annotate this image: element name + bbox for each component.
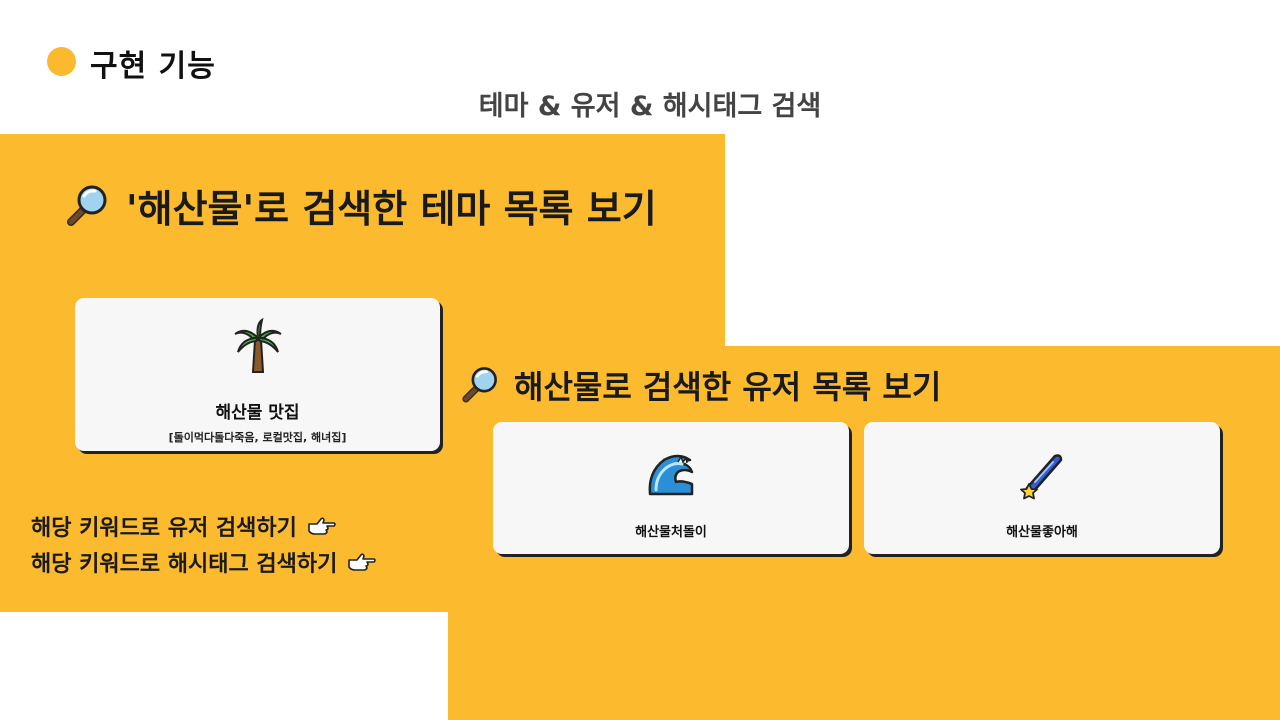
user-section-heading-text: 해산물로 검색한 유저 목록 보기 bbox=[514, 368, 942, 406]
search-users-link-label: 해당 키워드로 유저 검색하기 bbox=[31, 516, 297, 541]
theme-card-tags: [돌이먹다돌다죽음, 로컬맛집, 해녀집] bbox=[168, 431, 347, 444]
user-name: 해산물처돌이 bbox=[635, 525, 707, 540]
search-users-by-keyword-link[interactable]: 해당 키워드로 유저 검색하기 bbox=[31, 510, 337, 542]
magnifier-icon bbox=[67, 185, 107, 226]
user-card[interactable]: 해산물처돌이 bbox=[493, 422, 849, 554]
header-bullet-dot bbox=[47, 47, 76, 76]
user-name: 해산물좋아해 bbox=[1006, 525, 1078, 540]
theme-section-heading: '해산물'로 검색한 테마 목록 보기 bbox=[62, 178, 657, 233]
theme-card-title: 해산물 맛집 bbox=[215, 403, 300, 423]
pointing-hand-icon bbox=[308, 517, 336, 535]
palm-tree-icon bbox=[233, 318, 282, 373]
pointing-hand-icon bbox=[348, 553, 377, 571]
user-card[interactable]: 해산물좋아해 bbox=[864, 422, 1220, 554]
wave-icon bbox=[648, 454, 694, 496]
shooting-star-icon bbox=[1020, 454, 1063, 500]
user-section-heading: 해산물로 검색한 유저 목록 보기 bbox=[458, 362, 941, 408]
page-subtitle: 테마 & 유저 & 해시태그 검색 bbox=[478, 91, 822, 122]
magnifier-icon bbox=[462, 367, 497, 403]
theme-section-heading-text: '해산물'로 검색한 테마 목록 보기 bbox=[126, 187, 657, 231]
theme-card[interactable]: 해산물 맛집 [돌이먹다돌다죽음, 로컬맛집, 해녀집] bbox=[75, 298, 440, 451]
page-title: 구현 기능 bbox=[90, 49, 216, 84]
search-hashtags-link-label: 해당 키워드로 해시태그 검색하기 bbox=[31, 552, 338, 577]
search-hashtags-by-keyword-link[interactable]: 해당 키워드로 해시태그 검색하기 bbox=[31, 546, 377, 578]
